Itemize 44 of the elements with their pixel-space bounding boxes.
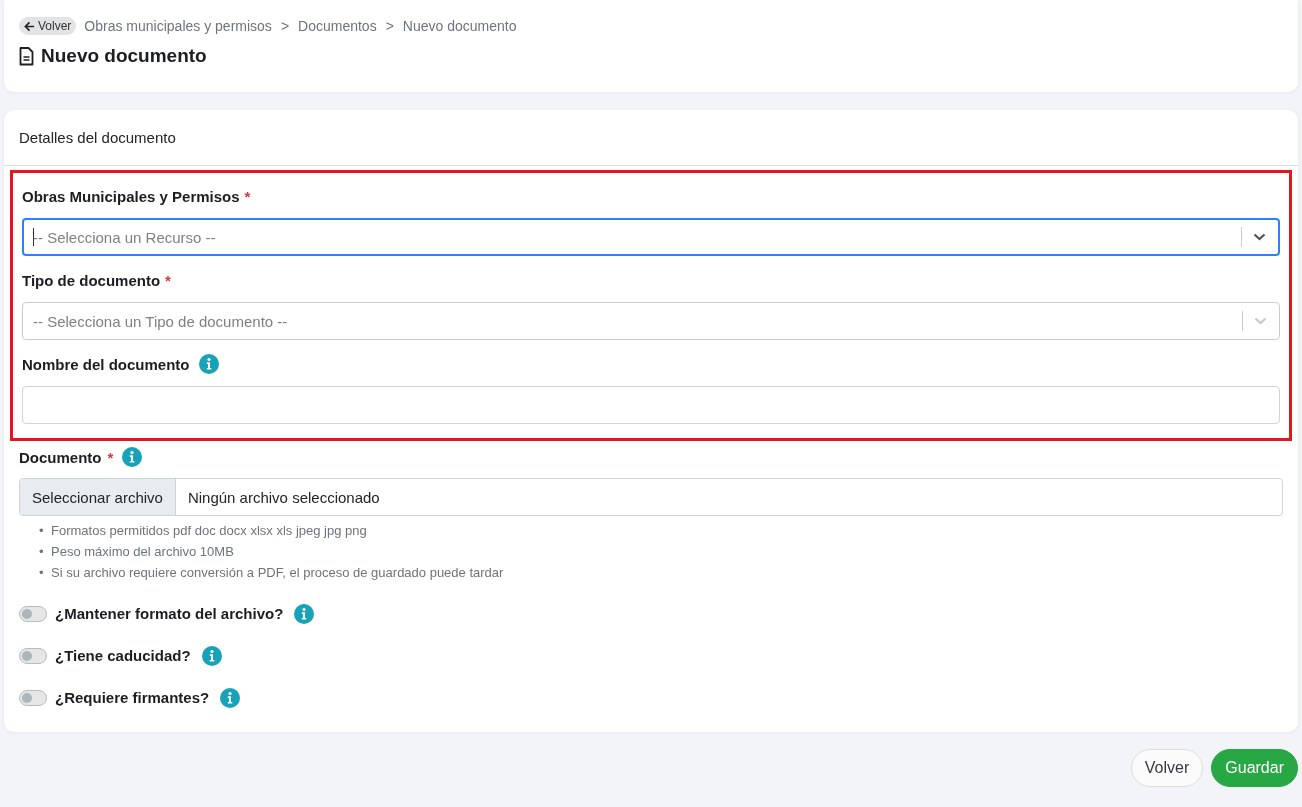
toggle-switch[interactable] [19, 647, 47, 664]
bullet: • [39, 564, 45, 582]
info-icon[interactable] [220, 687, 241, 708]
breadcrumb-link[interactable]: Documentos [298, 18, 377, 34]
select-field[interactable]: -- Selecciona un Tipo de documento -- [22, 302, 1280, 340]
chevron-down-icon [1254, 317, 1267, 325]
info-icon[interactable] [294, 603, 315, 624]
bullet: • [39, 522, 45, 540]
toggle-label: ¿Requiere firmantes? [55, 689, 210, 706]
required-mark: * [165, 271, 171, 289]
breadcrumb-separator: > [385, 18, 394, 34]
field-label: Tipo de documento [22, 271, 161, 289]
arrow-left-icon [24, 20, 35, 32]
breadcrumb-separator: > [280, 18, 290, 34]
field-label: Documento [19, 448, 102, 466]
info-icon[interactable] [198, 354, 219, 374]
required-mark: * [244, 187, 251, 205]
required-mark: * [107, 448, 114, 466]
hint-text: Si su archivo requiere conversión a PDF, el proceso de guardado puede tardar [51, 565, 504, 580]
breadcrumb-link[interactable]: Obras municipales y permisos [84, 18, 272, 34]
toggle-switch[interactable] [19, 689, 47, 706]
breadcrumb-current: Nuevo documento [402, 18, 517, 34]
info-icon[interactable] [201, 645, 222, 666]
field-label: Nombre del documento [22, 355, 190, 373]
file-input[interactable]: Seleccionar archivo Ningún archivo seleccionado [19, 478, 1283, 516]
field-label: Obras Municipales y Permisos [22, 187, 240, 205]
select-field[interactable]: -- Selecciona un Recurso -- [22, 218, 1280, 256]
toggle-label: ¿Tiene caducidad? [55, 647, 191, 664]
input-field[interactable] [22, 386, 1280, 424]
back-button[interactable]: Volver [19, 17, 77, 35]
card-title: Detalles del documento [19, 129, 176, 146]
file-status: Ningún archivo seleccionado [186, 487, 381, 508]
hint-text: Formatos permitidos pdf doc docx xlsx xls jpeg jpg png [51, 523, 367, 538]
toggle-label: ¿Mantener formato del archivo? [55, 605, 284, 622]
toggle-switch[interactable] [19, 605, 47, 622]
document-icon [19, 46, 34, 66]
save-button[interactable]: Guardar [1211, 749, 1298, 787]
back-button[interactable]: Volver [1130, 749, 1204, 787]
chevron-down-icon [1253, 233, 1266, 241]
hint-text: Peso máximo del archivo 10MB [51, 544, 234, 559]
bullet: • [39, 543, 45, 561]
choose-file-button[interactable]: Seleccionar archivo [20, 479, 176, 515]
page-title: Nuevo documento [41, 45, 207, 67]
info-icon[interactable] [122, 447, 143, 467]
